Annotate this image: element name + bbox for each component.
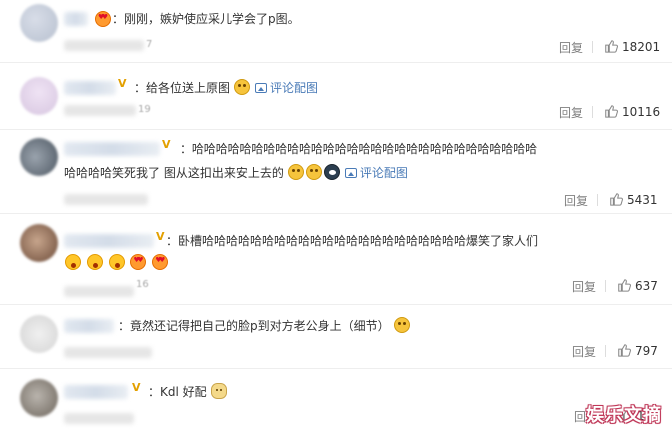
- like-button[interactable]: 10116: [604, 104, 660, 119]
- comment-picture-link[interactable]: 评论配图: [360, 166, 408, 180]
- thumbs-up-icon: [618, 344, 631, 357]
- avatar[interactable]: [20, 224, 58, 262]
- verified-badge-icon: V: [132, 381, 141, 394]
- watermark: 娱乐文摘: [586, 405, 662, 426]
- emoji-icon: [210, 383, 227, 399]
- emoji-icon: [130, 254, 147, 270]
- username[interactable]: [64, 385, 128, 399]
- divider: [605, 345, 606, 357]
- emoji-icon: [234, 79, 251, 95]
- like-count: 637: [635, 279, 658, 293]
- like-count: 10116: [622, 105, 661, 119]
- emoji-row: [64, 252, 169, 274]
- picture-icon: [344, 168, 357, 178]
- comment-text: ：刚刚，嫉妒使应采儿学会了p图。: [112, 12, 300, 26]
- comment-item: ：刚刚，嫉妒使应采儿学会了p图。 7 回复 18201: [0, 0, 672, 62]
- timestamp-fragment: 16: [136, 279, 149, 290]
- like-button[interactable]: 18201: [604, 39, 660, 54]
- comment-text-line: 哈哈哈哈笑死我了 图从这扣出来安上去的 评论配图: [64, 162, 408, 184]
- timestamp: [64, 413, 134, 424]
- comment-text-body: ：Kdl 好配: [148, 385, 207, 399]
- reply-button[interactable]: 回复: [559, 39, 583, 56]
- timestamp-fragment: 19: [138, 104, 151, 115]
- reply-button[interactable]: 回复: [572, 278, 596, 295]
- emoji-icon: [287, 164, 304, 180]
- timestamp-fragment: 7: [146, 39, 153, 50]
- thumbs-up-icon: [605, 40, 618, 53]
- like-count: 797: [635, 344, 658, 358]
- comment-item: V ：给各位送上原图 评论配图 19 回复 10116: [0, 63, 672, 129]
- comment-text-body: 哈哈哈哈笑死我了 图从这扣出来安上去的: [64, 166, 284, 180]
- like-count: 18201: [622, 40, 661, 54]
- username[interactable]: [64, 12, 88, 26]
- timestamp: [64, 194, 148, 205]
- comment-item: V ：卧槽哈哈哈哈哈哈哈哈哈哈哈哈哈哈哈哈哈哈哈哈哈哈爆笑了家人们 16 回复 …: [0, 214, 672, 304]
- reply-button[interactable]: 回复: [572, 343, 596, 360]
- timestamp: [64, 347, 152, 358]
- avatar[interactable]: [20, 138, 58, 176]
- reply-button[interactable]: 回复: [559, 104, 583, 121]
- comment-text-body: ：给各位送上原图: [134, 81, 231, 95]
- username[interactable]: [64, 234, 154, 248]
- divider: [592, 41, 593, 53]
- comment-item: V ：Kdl 好配 回复 152: [0, 369, 672, 431]
- thumbs-up-icon: [618, 279, 631, 292]
- comment-item: V ：哈哈哈哈哈哈哈哈哈哈哈哈哈哈哈哈哈哈哈哈哈哈哈哈哈哈哈哈哈 哈哈哈哈笑死我…: [0, 130, 672, 213]
- avatar[interactable]: [20, 315, 58, 353]
- comment-text-line: ：哈哈哈哈哈哈哈哈哈哈哈哈哈哈哈哈哈哈哈哈哈哈哈哈哈哈哈哈哈: [180, 142, 538, 156]
- timestamp: [64, 286, 134, 297]
- emoji-icon: [86, 254, 103, 270]
- comment-text-body: ：竟然还记得把自己的脸p到对方老公身上（细节）: [118, 319, 390, 333]
- emoji-icon: [65, 254, 81, 270]
- avatar[interactable]: [20, 4, 58, 42]
- like-button[interactable]: 797: [617, 343, 658, 358]
- emoji-icon: [108, 254, 125, 270]
- thumbs-up-icon: [605, 105, 618, 118]
- timestamp: [64, 40, 144, 51]
- username[interactable]: [64, 319, 114, 333]
- timestamp: [64, 105, 136, 116]
- username[interactable]: [64, 142, 160, 156]
- divider: [597, 194, 598, 206]
- avatar[interactable]: [20, 379, 58, 417]
- reply-button[interactable]: 回复: [564, 192, 588, 209]
- picture-icon: [255, 83, 268, 93]
- username[interactable]: [64, 81, 116, 95]
- like-button[interactable]: 637: [617, 278, 658, 293]
- avatar[interactable]: [20, 77, 58, 115]
- emoji-icon: [152, 254, 169, 270]
- divider: [592, 106, 593, 118]
- verified-badge-icon: V: [156, 230, 165, 243]
- emoji-icon: [323, 164, 340, 180]
- emoji-icon: [95, 11, 111, 27]
- emoji-icon: [393, 317, 410, 333]
- verified-badge-icon: V: [118, 77, 127, 90]
- comment-text: ：给各位送上原图 评论配图: [134, 77, 318, 99]
- comment-text: ：竟然还记得把自己的脸p到对方老公身上（细节）: [118, 315, 411, 337]
- thumbs-up-icon: [610, 193, 623, 206]
- comment-item: ：竟然还记得把自己的脸p到对方老公身上（细节） 回复 797: [0, 305, 672, 368]
- comment-text-line: ：卧槽哈哈哈哈哈哈哈哈哈哈哈哈哈哈哈哈哈哈哈哈哈哈爆笑了家人们: [166, 234, 539, 248]
- like-button[interactable]: 5431: [609, 192, 658, 207]
- like-count: 5431: [627, 193, 658, 207]
- comment-picture-link[interactable]: 评论配图: [270, 81, 318, 95]
- verified-badge-icon: V: [162, 138, 171, 151]
- divider: [605, 280, 606, 292]
- emoji-icon: [305, 164, 322, 180]
- comment-text: ：Kdl 好配: [148, 381, 228, 403]
